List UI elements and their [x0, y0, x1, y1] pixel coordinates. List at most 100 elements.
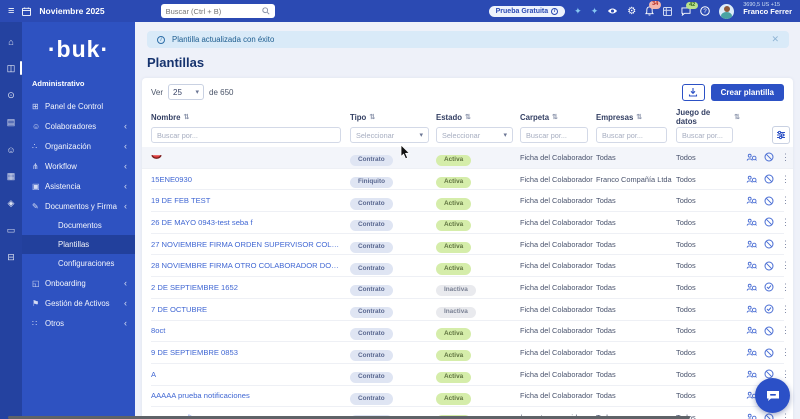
sidebar-item[interactable]: ✎ Documentos y Firma ‹	[22, 196, 135, 216]
search-icon[interactable]	[262, 2, 270, 20]
preview-as-user-icon[interactable]	[746, 218, 757, 227]
deactivate-icon[interactable]	[764, 174, 774, 184]
table-row[interactable]: 26 DE MAYO 0943-test seba f Contrato Act…	[151, 212, 784, 234]
sidebar-item[interactable]: ☺ Colaboradores ‹	[22, 116, 135, 136]
eye-icon[interactable]	[607, 7, 618, 15]
filter-juego-input[interactable]	[676, 127, 733, 143]
download-button[interactable]	[682, 84, 705, 101]
template-name-link[interactable]: 27 NOVIEMBRE FIRMA ORDEN SUPERVISOR COLA…	[151, 240, 350, 249]
table-row[interactable]: 7 DE OCTUBRE Contrato Inactiva Ficha del…	[151, 299, 784, 321]
preview-as-user-icon[interactable]	[746, 326, 757, 335]
template-name-link[interactable]: 28 NOVIEMBRE FIRMA OTRO COLABORADOR DOCU…	[151, 261, 350, 270]
activate-icon[interactable]	[764, 304, 774, 314]
table-row[interactable]: 15ENE0930 Finiquito Activa Ficha del Col…	[151, 169, 784, 191]
template-name-link[interactable]: 15ENE0930	[151, 175, 192, 184]
table-row[interactable]: 27 NOVIEMBRE FIRMA ORDEN SUPERVISOR COLA…	[151, 234, 784, 256]
deactivate-icon[interactable]	[764, 348, 774, 358]
preview-as-user-icon[interactable]	[746, 196, 757, 205]
template-name-link[interactable]: 9 DE SEPTIEMBRE 0853	[151, 348, 238, 357]
table-row[interactable]: 8oct Contrato Activa Ficha del Colaborad…	[151, 321, 784, 343]
search-input[interactable]	[166, 7, 262, 16]
ai-sparkle-icon[interactable]: ✦	[574, 6, 582, 17]
table-row[interactable]: 2 DE SEPTIEMBRE 1652 Contrato Inactiva F…	[151, 277, 784, 299]
menu-icon[interactable]: ≡	[8, 5, 14, 17]
preview-as-user-icon[interactable]	[746, 283, 757, 292]
sort-icon[interactable]: ⇅	[552, 113, 558, 121]
help-icon[interactable]: ?	[700, 6, 710, 16]
table-row[interactable]: A Contrato Activa Ficha del Colaborador …	[151, 364, 784, 386]
table-row[interactable]: 9 DE SEPTIEMBRE 0853 Contrato Activa Fic…	[151, 342, 784, 364]
deactivate-icon[interactable]	[764, 239, 774, 249]
sidebar-item[interactable]: Documentos	[22, 216, 135, 235]
deactivate-icon[interactable]	[764, 217, 774, 227]
preview-as-user-icon[interactable]	[746, 153, 757, 162]
sort-icon[interactable]: ⇅	[183, 113, 189, 121]
close-icon[interactable]: ✕	[771, 34, 779, 45]
gear-icon[interactable]: ⚙	[627, 6, 636, 17]
sort-icon[interactable]: ⇅	[734, 113, 740, 121]
sidebar-item[interactable]: ▣ Asistencia ‹	[22, 176, 135, 196]
preview-as-user-icon[interactable]	[746, 305, 757, 314]
template-name-link[interactable]: AAAAA prueba notificaciones	[151, 391, 250, 400]
ai-sparkle-icon-2[interactable]: ✦	[591, 6, 599, 17]
preview-as-user-icon[interactable]	[746, 370, 757, 379]
sidebar-item[interactable]: ⊞ Panel de Control	[22, 96, 135, 116]
sidebar-item[interactable]: Plantillas	[22, 235, 135, 254]
kebab-menu-icon[interactable]: ⋮	[781, 325, 790, 336]
period-label[interactable]: Noviembre 2025	[39, 6, 104, 16]
template-name-link[interactable]: 26 DE MAYO 0943-test seba f	[151, 218, 253, 227]
calendar-icon[interactable]	[22, 7, 31, 16]
chat-icon[interactable]: 42	[681, 7, 691, 16]
deactivate-icon[interactable]	[764, 196, 774, 206]
kebab-menu-icon[interactable]: ⋮	[781, 217, 790, 228]
apps-grid-icon[interactable]	[663, 7, 672, 16]
deactivate-icon[interactable]	[764, 413, 774, 419]
kebab-menu-icon[interactable]: ⋮	[781, 304, 790, 315]
preview-as-user-icon[interactable]	[746, 261, 757, 270]
preview-as-user-icon[interactable]	[746, 348, 757, 357]
preview-as-user-icon[interactable]	[746, 175, 757, 184]
table-row[interactable]: 28 NOVIEMBRE FIRMA OTRO COLABORADOR DOCU…	[151, 255, 784, 277]
kebab-menu-icon[interactable]: ⋮	[781, 412, 790, 419]
sidebar-item[interactable]: ∴ Organización ‹	[22, 136, 135, 156]
deactivate-icon[interactable]	[764, 261, 774, 271]
kebab-menu-icon[interactable]: ⋮	[781, 369, 790, 380]
deactivate-icon[interactable]	[764, 152, 774, 162]
kebab-menu-icon[interactable]: ⋮	[781, 260, 790, 271]
page-size-select[interactable]: 25 ▾	[168, 84, 204, 100]
activate-icon[interactable]	[764, 282, 774, 292]
column-settings-button[interactable]	[772, 126, 790, 144]
filter-estado-select[interactable]: Seleccionar▾	[436, 127, 513, 143]
kebab-menu-icon[interactable]: ⋮	[781, 195, 790, 206]
template-name-link[interactable]: A	[151, 370, 156, 379]
user-name[interactable]: Franco Ferrer	[743, 8, 792, 16]
preview-as-user-icon[interactable]	[746, 413, 757, 419]
kebab-menu-icon[interactable]: ⋮	[781, 239, 790, 250]
template-name-link[interactable]: 19 DE FEB TEST	[151, 196, 210, 205]
deactivate-icon[interactable]	[764, 326, 774, 336]
sidebar-item[interactable]: ∷ Otros ‹	[22, 313, 135, 333]
filter-carpeta-input[interactable]	[520, 127, 588, 143]
sidebar-item[interactable]: ◱ Onboarding ‹	[22, 273, 135, 293]
sort-icon[interactable]: ⇅	[636, 113, 642, 121]
kebab-menu-icon[interactable]: ⋮	[781, 347, 790, 358]
table-row[interactable]: 19 DE FEB TEST Contrato Activa Ficha del…	[151, 190, 784, 212]
trial-button[interactable]: Prueba Gratuita i	[489, 6, 566, 17]
sort-icon[interactable]: ⇅	[465, 113, 471, 121]
sort-icon[interactable]: ⇅	[369, 113, 375, 121]
table-row[interactable]: Contrato Activa Ficha del Colaborador To…	[142, 147, 793, 169]
bell-icon[interactable]: 34	[645, 6, 654, 16]
template-name-link[interactable]: 2 DE SEPTIEMBRE 1652	[151, 283, 238, 292]
sidebar-item[interactable]: Configuraciones	[22, 254, 135, 273]
kebab-menu-icon[interactable]: ⋮	[781, 174, 790, 185]
filter-tipo-select[interactable]: Seleccionar▾	[350, 127, 429, 143]
template-name-link[interactable]: 8oct	[151, 326, 165, 335]
filter-empresas-input[interactable]	[596, 127, 667, 143]
chat-fab-button[interactable]	[755, 378, 790, 413]
kebab-menu-icon[interactable]: ⋮	[781, 152, 790, 163]
preview-as-user-icon[interactable]	[746, 240, 757, 249]
user-avatar[interactable]	[719, 4, 734, 19]
table-row[interactable]: AAAAA prueba notificaciones Contrato Act…	[151, 386, 784, 408]
sidebar-item[interactable]: ⋔ Workflow ‹	[22, 156, 135, 176]
kebab-menu-icon[interactable]: ⋮	[781, 282, 790, 293]
